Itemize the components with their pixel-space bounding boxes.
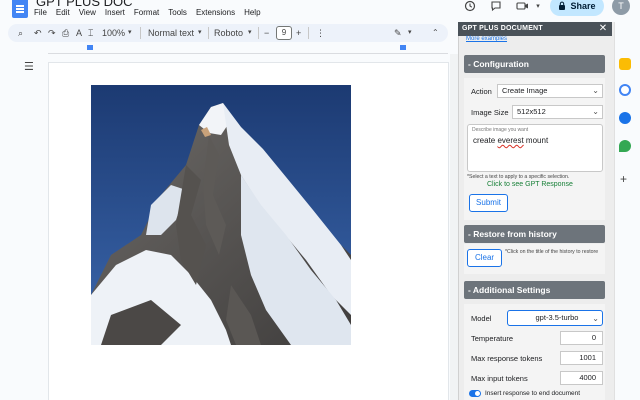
- prompt-text: create everest mount: [473, 136, 548, 145]
- meet-chevron-down-icon[interactable]: ▾: [530, 0, 546, 16]
- collapse-menus-chevron-up-icon[interactable]: ⌃: [432, 26, 439, 40]
- style-chevron-down-icon[interactable]: ▾: [198, 26, 202, 40]
- temperature-input[interactable]: 0: [560, 331, 603, 345]
- image-size-select[interactable]: 512x512 ⌄: [512, 105, 603, 119]
- clear-history-button[interactable]: Clear: [467, 249, 502, 267]
- left-indent-marker[interactable]: [87, 45, 93, 50]
- gpt-response-link[interactable]: Click to see GPT Response: [487, 181, 573, 188]
- max-input-tokens-input[interactable]: 4000: [560, 371, 603, 385]
- history-section-header[interactable]: - Restore from history: [464, 225, 605, 243]
- close-sidebar-icon[interactable]: ✕: [596, 22, 610, 36]
- zoom-select[interactable]: 100%: [102, 26, 125, 40]
- menu-tools[interactable]: Tools: [168, 8, 187, 20]
- style-select[interactable]: Normal text: [148, 26, 194, 40]
- side-apps-rail: [614, 22, 640, 400]
- chevron-down-icon: ⌄: [592, 86, 599, 95]
- keep-icon[interactable]: [619, 58, 631, 70]
- max-input-tokens-label: Max input tokens: [471, 374, 528, 383]
- editing-mode-pencil-icon[interactable]: ✎: [394, 26, 402, 40]
- toolbar-divider: [140, 27, 141, 39]
- formatting-toolbar: ⌕ ↶ ↷ ⎙ A ⌶ 100% ▾ Normal text ▾ Roboto …: [8, 24, 448, 42]
- insert-response-toggle[interactable]: [469, 390, 481, 397]
- lock-icon: [558, 1, 566, 12]
- share-button[interactable]: Share: [550, 0, 604, 16]
- font-size-input[interactable]: 9: [276, 26, 292, 40]
- get-addons-plus-icon[interactable]: +: [620, 172, 627, 186]
- submit-button[interactable]: Submit: [469, 194, 508, 212]
- left-gutter: [0, 54, 48, 400]
- comment-icon[interactable]: [488, 0, 504, 16]
- document-outline-icon[interactable]: ☰: [24, 60, 34, 73]
- toolbar-divider: [308, 27, 309, 39]
- more-examples-link[interactable]: More examples: [466, 36, 507, 42]
- menu-bar: File Edit View Insert Format Tools Exten…: [34, 8, 261, 20]
- font-select[interactable]: Roboto: [214, 26, 243, 40]
- zoom-chevron-down-icon[interactable]: ▾: [128, 26, 132, 40]
- editing-mode-chevron-down-icon[interactable]: ▾: [408, 26, 412, 40]
- history-note: *Click on the title of the history to re…: [505, 249, 599, 255]
- menu-format[interactable]: Format: [134, 8, 159, 20]
- right-indent-marker[interactable]: [400, 45, 406, 50]
- menu-insert[interactable]: Insert: [105, 8, 125, 20]
- action-label: Action: [471, 87, 492, 96]
- more-options-icon[interactable]: ⋮: [316, 26, 325, 40]
- toolbar-divider: [258, 27, 259, 39]
- menu-file[interactable]: File: [34, 8, 47, 20]
- model-select-value: gpt-3.5-turbo: [535, 313, 579, 322]
- menu-help[interactable]: Help: [244, 8, 260, 20]
- horizontal-ruler[interactable]: [48, 44, 448, 54]
- print-icon[interactable]: ⎙: [62, 26, 69, 40]
- chevron-down-icon: ⌄: [592, 107, 599, 116]
- selection-note: *Select a text to apply to a specific se…: [467, 174, 570, 180]
- chevron-down-icon: ⌄: [592, 314, 599, 323]
- docs-window: GPT PLUS DOC File Edit View Insert Forma…: [0, 0, 640, 400]
- temperature-label: Temperature: [471, 334, 514, 343]
- meet-icon[interactable]: [515, 0, 531, 16]
- share-label: Share: [570, 1, 596, 11]
- increase-font-size-icon[interactable]: +: [296, 26, 301, 40]
- tasks-icon[interactable]: [619, 84, 631, 96]
- action-select[interactable]: Create Image ⌄: [497, 84, 603, 98]
- docs-logo-icon[interactable]: [12, 0, 28, 18]
- vertical-scrollbar[interactable]: [450, 54, 458, 400]
- configuration-section-header[interactable]: - Configuration: [464, 55, 605, 73]
- contacts-icon[interactable]: [619, 112, 631, 124]
- undo-icon[interactable]: ↶: [34, 26, 42, 40]
- menu-view[interactable]: View: [79, 8, 96, 20]
- image-size-label: Image Size: [471, 108, 509, 117]
- prompt-text-pre: create: [473, 136, 498, 145]
- action-select-value: Create Image: [502, 86, 548, 95]
- maps-icon[interactable]: [619, 140, 631, 152]
- redo-icon[interactable]: ↷: [48, 26, 56, 40]
- menu-edit[interactable]: Edit: [56, 8, 70, 20]
- model-select[interactable]: gpt-3.5-turbo ⌄: [507, 310, 603, 326]
- prompt-text-misspelled: everest: [497, 136, 524, 145]
- max-response-tokens-input[interactable]: 1001: [560, 351, 603, 365]
- inserted-mountain-image[interactable]: [91, 85, 351, 345]
- search-menus-icon[interactable]: ⌕: [18, 26, 23, 40]
- paint-format-icon[interactable]: ⌶: [88, 26, 93, 40]
- prompt-text-post: mount: [523, 136, 549, 145]
- insert-response-label: Insert response to end document: [485, 390, 581, 397]
- history-icon[interactable]: [462, 0, 478, 16]
- settings-section-header[interactable]: - Additional Settings: [464, 281, 605, 299]
- sidebar-title: GPT PLUS DOCUMENT: [458, 22, 612, 36]
- model-label: Model: [471, 314, 492, 323]
- spellcheck-icon[interactable]: A: [76, 26, 82, 40]
- max-response-tokens-label: Max response tokens: [471, 354, 543, 363]
- image-size-value: 512x512: [517, 107, 546, 116]
- prompt-placeholder: Describe image you want: [472, 127, 529, 133]
- decrease-font-size-icon[interactable]: −: [264, 26, 269, 40]
- font-chevron-down-icon[interactable]: ▾: [248, 26, 252, 40]
- toolbar-divider: [208, 27, 209, 39]
- menu-extensions[interactable]: Extensions: [196, 8, 235, 20]
